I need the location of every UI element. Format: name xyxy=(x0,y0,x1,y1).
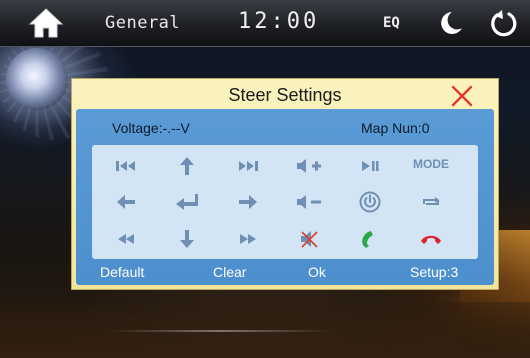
clock: 12:00 xyxy=(238,9,320,34)
moon-decoration xyxy=(6,48,68,110)
steering-key-grid: MODE xyxy=(92,145,478,259)
settings-panel: Voltage:-.--V Map Nun:0 MODE Default Cle… xyxy=(76,109,494,285)
key-right[interactable] xyxy=(224,185,272,219)
key-call-hangup[interactable] xyxy=(407,222,455,256)
key-fast-forward[interactable] xyxy=(224,222,272,256)
back-button[interactable] xyxy=(487,7,519,39)
back-arrow-icon xyxy=(491,10,517,37)
call-hangup-icon xyxy=(421,235,441,244)
volume-up-icon xyxy=(297,159,321,173)
play-pause-icon xyxy=(362,161,379,171)
status-bar: General 12:00 EQ xyxy=(0,0,530,47)
key-prev-track[interactable] xyxy=(102,149,150,183)
left-arrow-icon xyxy=(117,195,135,209)
key-left[interactable] xyxy=(102,185,150,219)
key-play-pause[interactable] xyxy=(346,149,394,183)
key-next-track[interactable] xyxy=(224,149,272,183)
key-mode[interactable]: MODE xyxy=(407,147,455,181)
eq-button[interactable]: EQ xyxy=(383,15,400,31)
key-loop[interactable] xyxy=(407,185,455,219)
ok-button[interactable]: Ok xyxy=(308,264,326,280)
mute-icon xyxy=(301,231,318,248)
default-button[interactable]: Default xyxy=(100,264,144,280)
setup-button[interactable]: Setup:3 xyxy=(410,264,458,280)
call-answer-icon xyxy=(362,231,373,248)
key-power[interactable] xyxy=(346,185,394,219)
page-title: General xyxy=(105,13,181,33)
key-up[interactable] xyxy=(163,149,211,183)
volume-down-icon xyxy=(297,195,321,209)
right-arrow-icon xyxy=(239,195,257,209)
head-unit-screen: General 12:00 EQ Steer Settings Voltage:… xyxy=(0,0,530,358)
up-arrow-icon xyxy=(180,157,194,175)
next-track-icon xyxy=(239,161,258,171)
fast-forward-icon xyxy=(240,234,256,244)
night-mode-button[interactable] xyxy=(437,9,465,37)
key-mute[interactable] xyxy=(285,222,333,256)
down-arrow-icon xyxy=(180,230,194,248)
prev-track-icon xyxy=(116,161,135,171)
bottom-divider xyxy=(110,330,330,332)
key-down[interactable] xyxy=(163,222,211,256)
key-volume-up[interactable] xyxy=(285,149,333,183)
clear-button[interactable]: Clear xyxy=(213,264,246,280)
close-button[interactable] xyxy=(450,84,474,108)
moon-icon xyxy=(441,12,462,34)
close-icon xyxy=(451,85,473,107)
key-rewind[interactable] xyxy=(102,222,150,256)
loop-icon xyxy=(423,197,439,205)
power-icon xyxy=(359,191,381,213)
mode-label: MODE xyxy=(413,157,449,171)
voltage-readout: Voltage:-.--V xyxy=(112,120,190,136)
home-button[interactable] xyxy=(28,7,64,39)
home-icon xyxy=(28,8,64,38)
rewind-icon xyxy=(118,234,134,244)
steer-settings-dialog: Steer Settings Voltage:-.--V Map Nun:0 M… xyxy=(71,78,499,290)
key-volume-down[interactable] xyxy=(285,185,333,219)
dialog-title: Steer Settings xyxy=(228,85,342,105)
map-number-readout: Map Nun:0 xyxy=(361,120,430,136)
key-enter[interactable] xyxy=(163,185,211,219)
enter-icon xyxy=(176,194,198,210)
key-call-answer[interactable] xyxy=(346,222,394,256)
